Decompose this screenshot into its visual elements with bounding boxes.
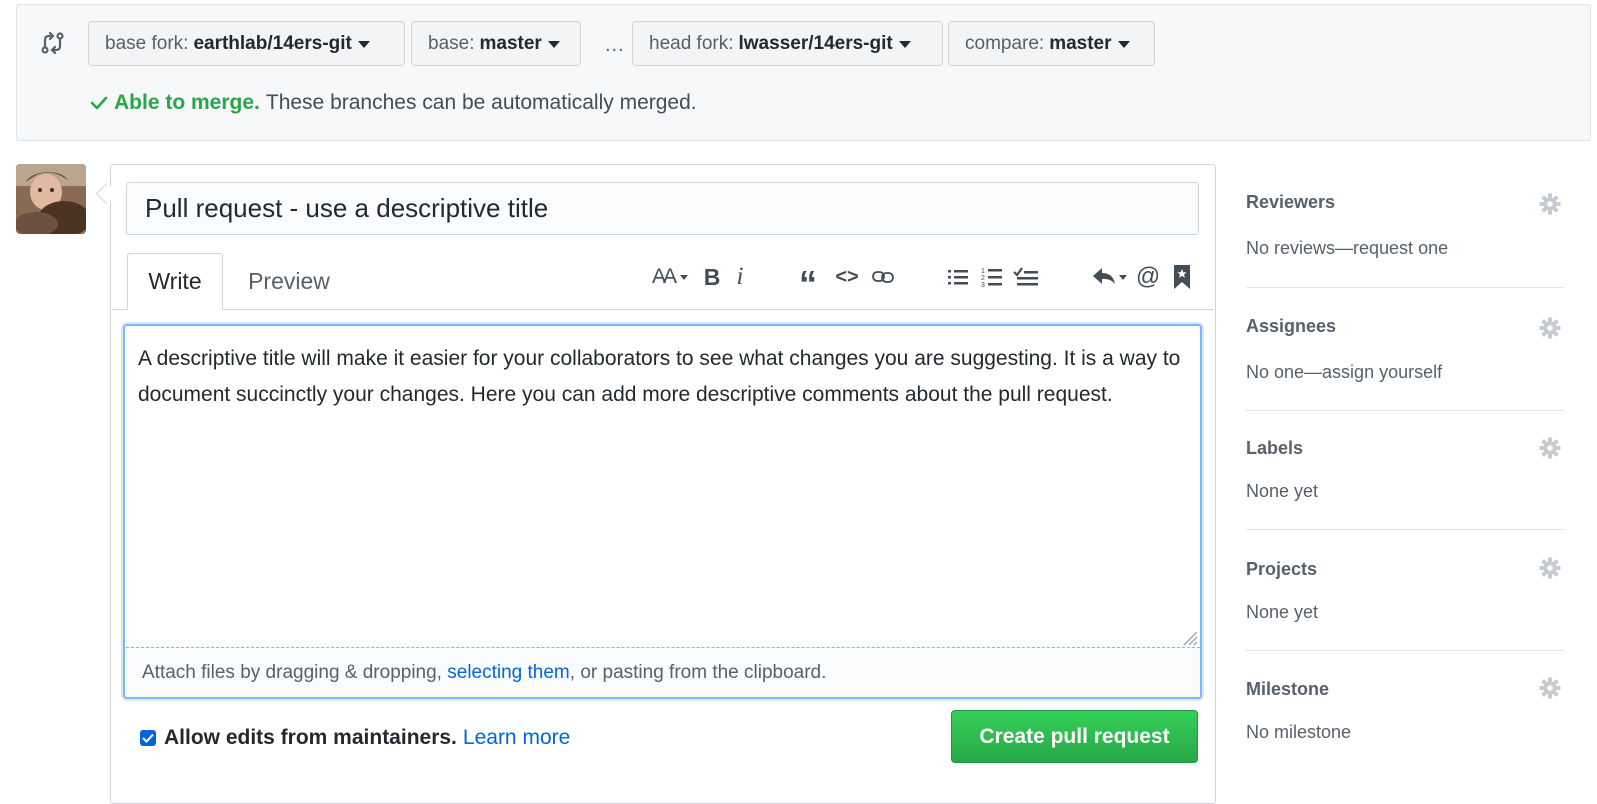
gear-icon[interactable] [1539, 193, 1561, 215]
italic-button[interactable]: i [731, 262, 749, 292]
bookmark-icon [1174, 265, 1190, 289]
allow-edits-checkbox[interactable] [140, 730, 156, 746]
caret-down-icon [547, 41, 560, 48]
assignees-text[interactable]: No one—assign yourself [1246, 362, 1442, 383]
check-icon [90, 96, 108, 110]
pr-title-input[interactable] [126, 182, 1199, 235]
compare-branch-select[interactable]: compare: master [948, 21, 1155, 66]
projects-title: Projects [1246, 559, 1318, 579]
select-files-link[interactable]: selecting them [447, 662, 570, 684]
merge-status: Able to merge. These branches can be aut… [90, 91, 697, 115]
milestone-text: No milestone [1246, 722, 1352, 742]
tab-write[interactable]: Write [127, 253, 223, 310]
caret-down-icon [357, 41, 370, 48]
attach-files-bar[interactable]: Attach files by dragging & dropping, sel… [126, 648, 1200, 697]
allow-edits-label[interactable]: Allow edits from maintainers. [164, 726, 457, 750]
learn-more-link[interactable]: Learn more [463, 726, 570, 750]
heading-button[interactable]: AA [648, 262, 692, 292]
sidebar-divider [1246, 650, 1564, 651]
assignees-title: Assignees [1246, 316, 1337, 336]
caret-down-icon [1117, 41, 1130, 48]
gear-icon[interactable] [1539, 317, 1561, 339]
mention-button[interactable]: @ [1134, 262, 1162, 292]
tab-preview[interactable]: Preview [233, 253, 345, 310]
reviewers-title: Reviewers [1246, 192, 1336, 212]
list-unordered-icon [948, 270, 968, 285]
sidebar-divider [1246, 410, 1564, 411]
create-pull-request-button[interactable]: Create pull request [951, 710, 1198, 763]
tasklist-icon [1013, 267, 1038, 286]
caret-down-icon [898, 41, 911, 48]
resize-handle-icon[interactable] [1180, 628, 1198, 646]
bold-button[interactable]: B [700, 262, 724, 292]
reviewers-text[interactable]: No reviews—request one [1246, 238, 1448, 259]
base-fork-select[interactable]: base fork: earthlab/14ers-git [88, 21, 405, 66]
sidebar-divider [1246, 529, 1564, 530]
code-button[interactable]: <> [834, 262, 860, 292]
task-list-button[interactable] [1011, 262, 1041, 292]
list-ordered-icon: 123 [981, 268, 1002, 288]
avatar-image [16, 164, 86, 234]
quote-button[interactable]: “ [795, 262, 821, 304]
gear-icon[interactable] [1539, 557, 1561, 579]
link-icon [872, 271, 894, 283]
italic-icon: i [736, 263, 744, 290]
link-button[interactable] [869, 262, 897, 292]
gear-icon[interactable] [1539, 677, 1561, 699]
bookmark-button[interactable] [1168, 262, 1196, 292]
merge-ok-label: Able to merge. [114, 91, 260, 114]
sidebar-divider [1246, 287, 1564, 288]
labels-text: None yet [1246, 481, 1319, 501]
text-size-icon: AA [651, 265, 677, 288]
quote-icon: “ [799, 263, 817, 304]
bold-icon: B [703, 263, 721, 290]
code-icon: <> [835, 265, 859, 288]
ordered-list-button[interactable]: 123 [978, 262, 1006, 292]
svg-text:3: 3 [981, 282, 985, 288]
gear-icon[interactable] [1539, 437, 1561, 459]
labels-title: Labels [1246, 438, 1304, 458]
git-compare-icon [41, 31, 64, 55]
pr-body-text[interactable]: A descriptive title will make it easier … [138, 341, 1188, 413]
allow-edits-option: Allow edits from maintainers. Learn more [140, 726, 570, 750]
reply-icon [1093, 268, 1127, 284]
avatar[interactable] [16, 164, 86, 234]
unordered-list-button[interactable] [944, 262, 972, 292]
range-separator: ... [605, 34, 625, 56]
checkmark-icon [142, 733, 154, 743]
head-fork-select[interactable]: head fork: lwasser/14ers-git [632, 21, 943, 66]
projects-text: None yet [1246, 602, 1319, 622]
caret-down-icon [680, 274, 688, 280]
base-branch-select[interactable]: base: master [411, 21, 581, 66]
svg-text:1: 1 [981, 268, 985, 275]
merge-status-text: These branches can be automatically merg… [265, 91, 697, 114]
reply-button[interactable] [1089, 262, 1129, 292]
milestone-title: Milestone [1246, 679, 1330, 699]
svg-text:2: 2 [981, 275, 985, 282]
mention-icon: @ [1135, 263, 1161, 290]
